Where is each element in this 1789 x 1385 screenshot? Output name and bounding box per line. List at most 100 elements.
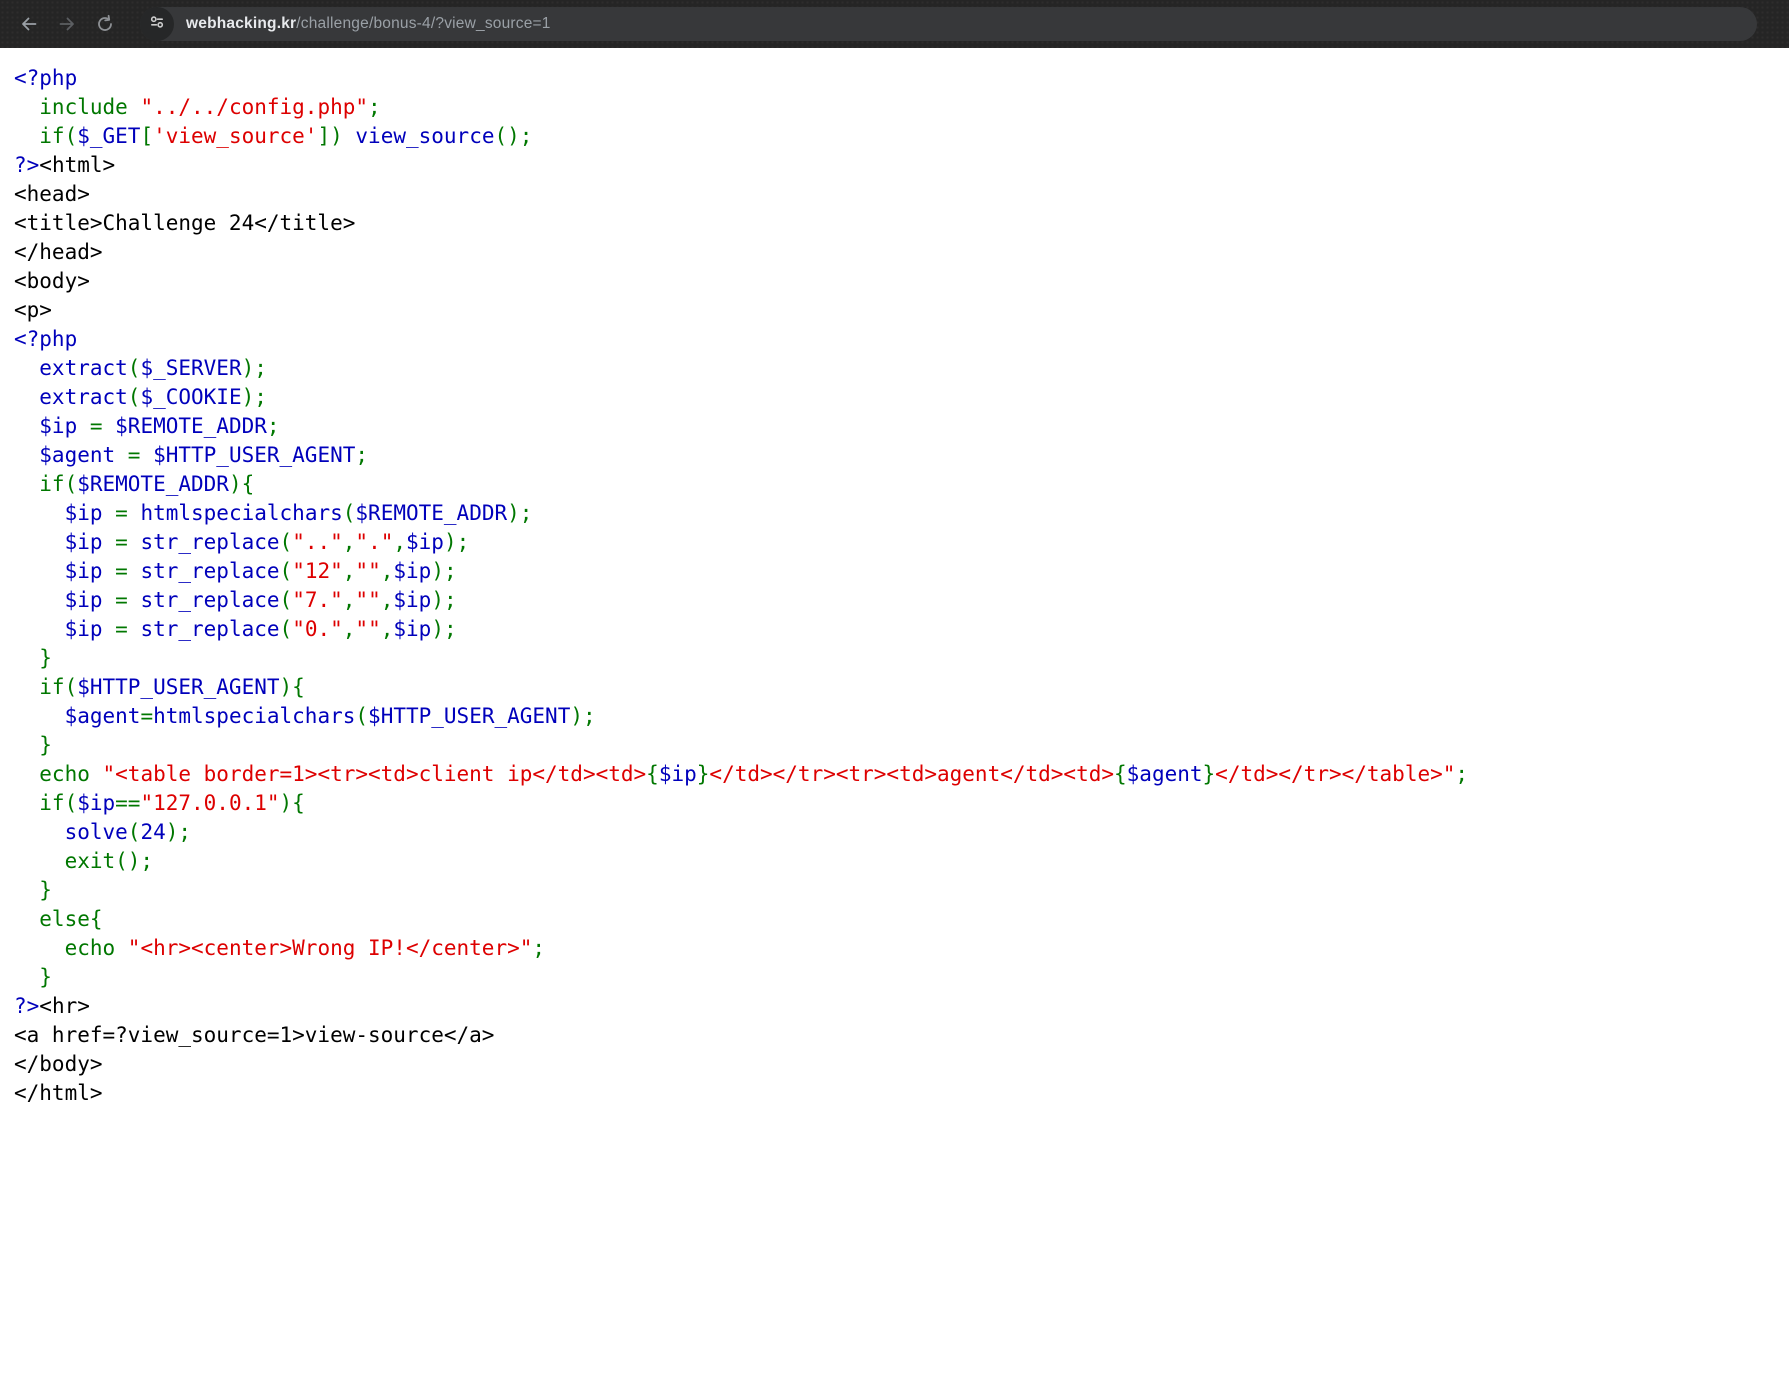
code-token-kw: ( xyxy=(128,820,141,844)
code-line: <?php xyxy=(14,64,1789,93)
code-token-kw: ; xyxy=(1455,762,1468,786)
code-token-kw: ); xyxy=(242,356,267,380)
code-token-php: htmlspecialchars xyxy=(140,501,342,525)
code-token-kw: (); xyxy=(494,124,532,148)
code-line: echo "<hr><center>Wrong IP!</center>"; xyxy=(14,934,1789,963)
code-token-php: $ip xyxy=(14,414,77,438)
code-line: else{ xyxy=(14,905,1789,934)
code-token-kw: = xyxy=(103,617,141,641)
code-token-str: "" xyxy=(355,617,380,641)
code-line: $ip = $REMOTE_ADDR; xyxy=(14,412,1789,441)
code-token-kw: } xyxy=(14,878,52,902)
code-token-html: <head> xyxy=(14,182,90,206)
url-bar[interactable]: webhacking.kr/challenge/bonus-4/?view_so… xyxy=(140,7,1757,41)
code-token-kw: = xyxy=(103,559,141,583)
code-token-php: <?php xyxy=(14,66,77,90)
code-token-html: <p> xyxy=(14,298,52,322)
code-token-kw: ( xyxy=(355,704,368,728)
code-line: </head> xyxy=(14,238,1789,267)
site-info-button[interactable] xyxy=(140,7,174,41)
reload-button[interactable] xyxy=(88,7,122,41)
code-token-kw: = xyxy=(103,530,141,554)
code-token-php: $ip xyxy=(393,559,431,583)
code-token-php: $_GET xyxy=(77,124,140,148)
code-token-str: ".." xyxy=(292,530,343,554)
code-line: $ip = str_replace("7.","",$ip); xyxy=(14,586,1789,615)
code-token-kw: , xyxy=(393,530,406,554)
code-token-kw: , xyxy=(343,559,356,583)
code-token-kw: = xyxy=(77,414,115,438)
code-line: $agent = $HTTP_USER_AGENT; xyxy=(14,441,1789,470)
back-arrow-icon xyxy=(19,14,39,34)
code-token-php: str_replace xyxy=(140,559,279,583)
code-token-kw: , xyxy=(381,559,394,583)
code-token-php: $REMOTE_ADDR xyxy=(77,472,229,496)
code-token-php: $HTTP_USER_AGENT xyxy=(153,443,355,467)
code-token-kw: = xyxy=(115,443,153,467)
code-token-kw: == xyxy=(115,791,140,815)
code-token-kw: ; xyxy=(267,414,280,438)
code-token-php: $ip xyxy=(14,530,103,554)
code-line: echo "<table border=1><tr><td>client ip<… xyxy=(14,760,1789,789)
code-token-str: "127.0.0.1" xyxy=(140,791,279,815)
code-line: ?><hr> xyxy=(14,992,1789,1021)
code-token-kw: } xyxy=(14,965,52,989)
code-token-kw: ( xyxy=(128,356,141,380)
code-token-html: <a href=?view_source=1>view-source</a> xyxy=(14,1023,494,1047)
code-line: <a href=?view_source=1>view-source</a> xyxy=(14,1021,1789,1050)
code-token-php: $ip xyxy=(14,588,103,612)
code-token-kw: ( xyxy=(280,588,293,612)
url-host: webhacking.kr xyxy=(186,15,296,32)
code-token-kw: ); xyxy=(444,530,469,554)
reload-icon xyxy=(95,14,115,34)
code-token-kw: else{ xyxy=(14,907,103,931)
browser-toolbar: webhacking.kr/challenge/bonus-4/?view_so… xyxy=(0,0,1789,48)
url-path: /challenge/bonus-4/?view_source=1 xyxy=(296,15,550,32)
code-token-kw: ); xyxy=(570,704,595,728)
code-token-html: </head> xyxy=(14,240,103,264)
code-line: $ip = str_replace("12","",$ip); xyxy=(14,557,1789,586)
code-line: <title>Challenge 24</title> xyxy=(14,209,1789,238)
code-token-php: str_replace xyxy=(140,617,279,641)
code-token-kw: if( xyxy=(14,124,77,148)
code-token-kw: if( xyxy=(14,675,77,699)
code-token-kw: = xyxy=(103,501,141,525)
code-token-str: "" xyxy=(355,588,380,612)
back-button[interactable] xyxy=(12,7,46,41)
code-token-kw: } xyxy=(14,733,52,757)
code-token-str: "0." xyxy=(292,617,343,641)
code-token-str: "<hr><center>Wrong IP!</center>" xyxy=(128,936,533,960)
code-line: <p> xyxy=(14,296,1789,325)
code-token-php: $ip xyxy=(393,588,431,612)
code-token-php: $ip xyxy=(393,617,431,641)
code-token-php: view_source xyxy=(355,124,494,148)
code-token-kw: ( xyxy=(280,530,293,554)
code-token-php: $ip xyxy=(659,762,697,786)
code-line: solve(24); xyxy=(14,818,1789,847)
code-token-php: $ip xyxy=(14,501,103,525)
code-token-kw: { xyxy=(646,762,659,786)
code-line: if($_GET['view_source']) view_source(); xyxy=(14,122,1789,151)
code-token-kw: ( xyxy=(280,617,293,641)
code-token-kw: , xyxy=(343,588,356,612)
code-token-kw: exit(); xyxy=(14,849,153,873)
code-token-kw: ]) xyxy=(317,124,355,148)
code-token-kw: , xyxy=(343,617,356,641)
code-token-kw: , xyxy=(381,617,394,641)
code-token-kw: echo xyxy=(14,936,128,960)
code-token-php: extract xyxy=(14,356,128,380)
code-token-html: <body> xyxy=(14,269,90,293)
code-token-html: <html> xyxy=(39,153,115,177)
code-token-kw: include xyxy=(14,95,140,119)
forward-button[interactable] xyxy=(50,7,84,41)
browser-window: webhacking.kr/challenge/bonus-4/?view_so… xyxy=(0,0,1789,1385)
code-token-kw: ); xyxy=(431,617,456,641)
code-token-kw: ){ xyxy=(280,791,305,815)
code-token-html: </body> xyxy=(14,1052,103,1076)
code-token-str: 'view_source' xyxy=(153,124,317,148)
code-line: <?php xyxy=(14,325,1789,354)
code-line: extract($_COOKIE); xyxy=(14,383,1789,412)
code-token-kw: ); xyxy=(431,588,456,612)
code-line: } xyxy=(14,644,1789,673)
code-token-str: "../../config.php" xyxy=(140,95,368,119)
